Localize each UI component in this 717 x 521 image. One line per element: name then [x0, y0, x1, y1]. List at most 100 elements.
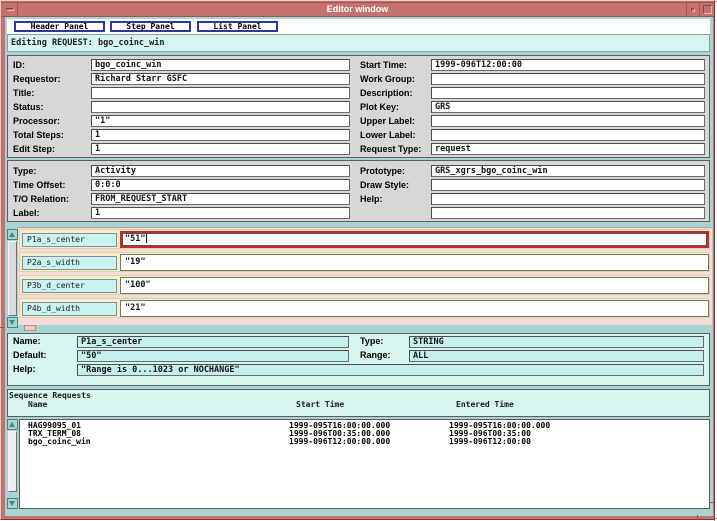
sequence-name: bgo_coinc_win: [28, 438, 91, 446]
arrow-up-icon: [9, 232, 15, 237]
param-name-chip[interactable]: P4b_d_width: [22, 302, 117, 316]
minimize-icon: [691, 8, 695, 12]
scroll-down-arrow[interactable]: [7, 498, 18, 509]
param-value-field[interactable]: "19": [120, 254, 709, 271]
form-row: Description:: [8, 87, 709, 99]
sequence-list-viewport: HAG99095_01 1999-095T16:00:00.000 1999-0…: [19, 419, 710, 509]
form-row: Work Group:: [8, 73, 709, 85]
field-label: Help:: [13, 364, 36, 374]
help-field[interactable]: [431, 193, 705, 205]
param-range-field[interactable]: ALL: [409, 350, 704, 362]
arrow-down-icon: [9, 320, 15, 325]
form-row: Help: "Range is 0...1023 or NOCHANGE": [8, 364, 709, 376]
list-panel-button[interactable]: List Panel: [197, 21, 278, 32]
field-label: Range:: [360, 350, 391, 360]
window-title: Editor window: [1, 4, 714, 14]
frame-notch-bottom: [697, 515, 698, 520]
param-name-chip[interactable]: P3b_d_center: [22, 279, 117, 293]
arrow-down-icon: [9, 501, 15, 506]
field-label: Description:: [360, 87, 413, 99]
sequence-row[interactable]: bgo_coinc_win 1999-096T12:00:00.000 1999…: [20, 438, 709, 446]
param-value-field[interactable]: "21": [120, 300, 709, 317]
maximize-icon: [703, 5, 712, 14]
scroll-up-arrow[interactable]: [7, 419, 18, 430]
field-label: Request Type:: [360, 143, 421, 155]
field-label: Upper Label:: [360, 115, 415, 127]
scrollbar-thumb[interactable]: [8, 431, 17, 492]
draw-style-field[interactable]: [431, 179, 705, 191]
form-row: Help:: [8, 193, 709, 205]
horizontal-scrollbar-thumb[interactable]: [24, 325, 36, 331]
start-time-field[interactable]: 1999-096T12:00:00: [431, 59, 705, 71]
title-bar[interactable]: Editor window: [1, 2, 714, 17]
request-type-field[interactable]: request: [431, 143, 705, 155]
arrow-up-icon: [9, 422, 15, 427]
param-row: P2a_s_width "19": [19, 252, 710, 272]
parameters-section: P1a_s_center "51" P2a_s_width "19" P3b_d…: [6, 227, 712, 332]
sequence-requests-list: HAG99095_01 1999-095T16:00:00.000 1999-0…: [6, 419, 712, 510]
step-panel: Type:Activity Time Offset:0:0:0 T/O Rela…: [7, 160, 710, 222]
sequence-start-time: 1999-096T12:00:00.000: [289, 438, 390, 446]
editing-status-bar: Editing REQUEST: bgo_coinc_win: [7, 34, 710, 52]
scroll-up-arrow[interactable]: [7, 229, 18, 240]
maximize-button[interactable]: [699, 3, 715, 16]
step-panel-button[interactable]: Step Panel: [110, 21, 191, 32]
form-row: Plot Key: GRS: [8, 101, 709, 113]
frame-notch-right: [710, 502, 715, 503]
lower-label-field[interactable]: [431, 129, 705, 141]
param-value-field[interactable]: "51": [120, 231, 709, 248]
param-row: P3b_d_center "100": [19, 275, 710, 295]
form-row: Lower Label:: [8, 129, 709, 141]
field-label: Type:: [360, 336, 383, 346]
frame-notch-left: [0, 327, 5, 328]
field-label: Lower Label:: [360, 129, 416, 141]
param-value-field[interactable]: "100": [120, 277, 709, 294]
form-row: Type: STRING: [8, 336, 709, 348]
parameter-info-panel: Name:P1a_s_center Default:"50" Type:STRI…: [7, 333, 710, 386]
scrollbar-thumb[interactable]: [8, 241, 17, 316]
field-label: Help:: [360, 193, 383, 205]
header-panel-button[interactable]: Header Panel: [14, 21, 105, 32]
form-row: Range: ALL: [8, 350, 709, 362]
param-name-chip[interactable]: P2a_s_width: [22, 256, 117, 270]
param-row: P4b_d_width "21": [19, 298, 710, 318]
form-row: Prototype: GRS_xgrs_bgo_coinc_win: [8, 165, 709, 177]
form-row: Draw Style:: [8, 179, 709, 191]
request-header-panel: ID:bgo_coinc_win Requestor:Richard Starr…: [7, 55, 710, 158]
param-name-chip[interactable]: P1a_s_center: [22, 233, 117, 247]
description-field[interactable]: [431, 87, 705, 99]
form-row: [8, 207, 709, 219]
form-row: Upper Label:: [8, 115, 709, 127]
sequence-requests-header: Sequence Requests Name Start Time Entere…: [7, 389, 710, 417]
column-header-name: Name: [28, 401, 47, 409]
param-type-field[interactable]: STRING: [409, 336, 704, 348]
sequence-entered-time: 1999-096T12:00:00: [449, 438, 531, 446]
plot-key-field[interactable]: GRS: [431, 101, 705, 113]
field-label: Work Group:: [360, 73, 415, 85]
column-header-start-time: Start Time: [296, 401, 344, 409]
work-group-field[interactable]: [431, 73, 705, 85]
desktop-background: { "window": { "title": "Editor window" }…: [0, 0, 717, 521]
panel-toolbar: Header Panel Step Panel List Panel: [7, 19, 710, 34]
scroll-down-arrow[interactable]: [7, 317, 18, 328]
minimize-button[interactable]: [686, 3, 699, 16]
field-label: Draw Style:: [360, 179, 409, 191]
text-cursor: [146, 234, 147, 243]
prototype-field[interactable]: GRS_xgrs_bgo_coinc_win: [431, 165, 705, 177]
client-area: Header Panel Step Panel List Panel Editi…: [5, 17, 713, 516]
sequence-requests-title: Sequence Requests: [9, 392, 91, 400]
form-row: Start Time: 1999-096T12:00:00: [8, 59, 709, 71]
parameters-scrollbar[interactable]: [7, 229, 18, 330]
param-help-field[interactable]: "Range is 0...1023 or NOCHANGE": [77, 364, 704, 376]
field-label: Start Time:: [360, 59, 407, 71]
form-row: Request Type: request: [8, 143, 709, 155]
field-label: Plot Key:: [360, 101, 399, 113]
upper-label-field[interactable]: [431, 115, 705, 127]
param-value-text: "51": [125, 234, 145, 244]
field-label: Prototype:: [360, 165, 405, 177]
param-row: P1a_s_center "51": [19, 229, 710, 249]
sequence-list-scrollbar[interactable]: [7, 419, 18, 510]
column-header-entered-time: Entered Time: [456, 401, 514, 409]
extra-field[interactable]: [431, 207, 705, 219]
editor-window: Editor window Header Panel Step Panel Li…: [0, 0, 715, 520]
